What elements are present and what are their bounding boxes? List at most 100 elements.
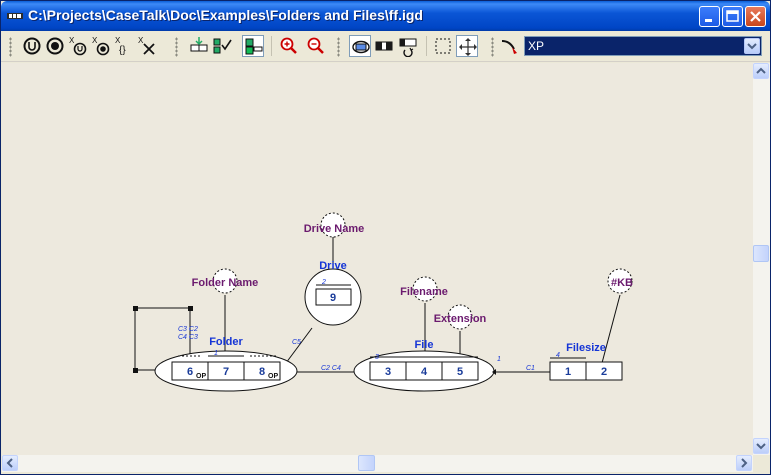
paint-brush-icon <box>501 40 517 54</box>
role-number: 5 <box>457 366 463 378</box>
svg-text:X: X <box>69 36 75 45</box>
constraint-label: C4 C3 <box>178 334 198 341</box>
drive-name-label: Drive Name <box>304 223 365 235</box>
tool-fact-view[interactable] <box>373 35 395 57</box>
uniqueness-circle-icon <box>23 37 41 55</box>
horizontal-scrollbar[interactable] <box>2 455 753 472</box>
application-window: C:\Projects\CaseTalk\Doc\Examples\Folder… <box>0 0 771 475</box>
scroll-right-button[interactable] <box>736 455 752 471</box>
value-type-circles <box>212 212 633 330</box>
fact-view-icon <box>375 41 393 51</box>
chevron-right-icon <box>741 458 748 468</box>
vertical-scrollbar[interactable] <box>753 63 770 455</box>
diagram-lines <box>134 225 621 373</box>
constraint-label: C2 C4 <box>321 365 341 372</box>
tool-x-subset[interactable]: X{} <box>113 35 135 57</box>
app-icon[interactable] <box>7 9 23 23</box>
select-area-button[interactable] <box>432 35 454 57</box>
filesize-roles <box>549 357 623 381</box>
x-braces-icon: X{} <box>115 36 126 56</box>
chevron-down-icon <box>747 43 757 50</box>
chevron-up-icon <box>756 67 766 74</box>
constraint-label: C1 <box>526 365 535 372</box>
tool-roles-toggle[interactable] <box>242 35 264 57</box>
op-marker: OP <box>196 373 206 380</box>
scroll-down-button[interactable] <box>753 438 769 454</box>
uniqueness-number: 3 <box>375 354 379 361</box>
tool-x-uniqueness[interactable]: X <box>67 35 89 57</box>
style-combo-dropdown-button[interactable] <box>744 38 760 54</box>
x-total-icon: X <box>92 36 110 56</box>
scroll-left-button[interactable] <box>2 455 18 471</box>
zoom-in-icon <box>280 37 297 54</box>
scroll-up-button[interactable] <box>753 63 769 79</box>
minimize-icon <box>705 19 712 22</box>
uniqueness-number: 4 <box>556 352 560 359</box>
minimize-button[interactable] <box>699 6 720 27</box>
svg-text:X: X <box>115 36 121 45</box>
rotate-fact-icon <box>399 38 417 57</box>
move-button[interactable] <box>456 35 478 57</box>
move-arrows-icon <box>459 38 477 56</box>
svg-text:X: X <box>138 36 144 45</box>
filename-label: Filename <box>400 286 448 298</box>
zoom-in-button[interactable] <box>278 35 300 57</box>
toolbar-grip[interactable] <box>9 37 12 57</box>
ellipse-view-icon <box>352 40 370 54</box>
toolbar-grip-4[interactable] <box>491 37 494 57</box>
vertical-scroll-thumb[interactable] <box>753 245 769 262</box>
style-combo[interactable]: XP <box>524 36 762 56</box>
role-number: 2 <box>601 366 607 378</box>
uniqueness-number: 2 <box>321 279 326 286</box>
folder-label: Folder <box>209 336 243 348</box>
diagram-canvas[interactable]: 6 7 8 9 3 4 5 1 2 Drive Name Folder Name… <box>2 63 753 455</box>
svg-text:X: X <box>92 36 98 45</box>
constraint-label: C5 <box>292 339 301 346</box>
toolbar-separator <box>271 36 272 56</box>
constraint-label: C3 C2 <box>178 326 198 333</box>
role-number: 6 <box>187 366 193 378</box>
svg-text:{}: {} <box>119 45 126 56</box>
role-number: 9 <box>330 292 336 304</box>
role-number: 1 <box>565 366 571 378</box>
filled-circle-icon <box>46 37 64 55</box>
title-bar[interactable]: C:\Projects\CaseTalk\Doc\Examples\Folder… <box>1 1 770 31</box>
window-title: C:\Projects\CaseTalk\Doc\Examples\Folder… <box>28 7 423 23</box>
folder-name-label: Folder Name <box>192 277 259 289</box>
chevron-down-icon <box>756 443 766 450</box>
maximize-button[interactable] <box>722 6 743 27</box>
filesize-label: Filesize <box>566 342 606 354</box>
roles-toggle-icon <box>245 38 263 55</box>
role-number: 8 <box>259 366 265 378</box>
scrollbar-corner <box>753 455 770 472</box>
style-combo-value: XP <box>528 39 545 53</box>
file-label: File <box>415 339 434 351</box>
tool-uniqueness[interactable] <box>21 35 43 57</box>
zoom-out-button[interactable] <box>305 35 327 57</box>
style-brush-button[interactable] <box>498 35 520 57</box>
maximize-icon <box>726 10 739 22</box>
chevron-left-icon <box>6 458 13 468</box>
horizontal-scroll-thumb[interactable] <box>358 455 375 471</box>
tool-object-view[interactable] <box>349 35 371 57</box>
tool-x-total[interactable]: X <box>90 35 112 57</box>
uniqueness-number: 1 <box>214 350 218 357</box>
kb-label: #KB <box>611 277 633 289</box>
tool-rotate-fact[interactable] <box>397 35 419 57</box>
link-tool-icon <box>190 37 208 52</box>
x-uniqueness-icon: X <box>69 36 87 56</box>
uniqueness-number: 1 <box>497 356 501 363</box>
toolbar-grip-2[interactable] <box>175 37 178 57</box>
check-roles-icon <box>213 38 232 54</box>
close-button[interactable] <box>745 6 766 27</box>
tool-add-link[interactable] <box>188 35 210 57</box>
tool-check-roles[interactable] <box>211 35 233 57</box>
close-icon <box>750 11 761 22</box>
extension-label: Extension <box>434 313 487 325</box>
tool-total-role[interactable] <box>44 35 66 57</box>
toolbar-grip-3[interactable] <box>337 37 340 57</box>
diagram-svg: 6 7 8 9 3 4 5 1 2 Drive Name Folder Name… <box>133 212 633 392</box>
tool-x-exclusion[interactable]: X <box>136 35 158 57</box>
role-number: 7 <box>223 366 229 378</box>
op-marker: OP <box>268 373 278 380</box>
